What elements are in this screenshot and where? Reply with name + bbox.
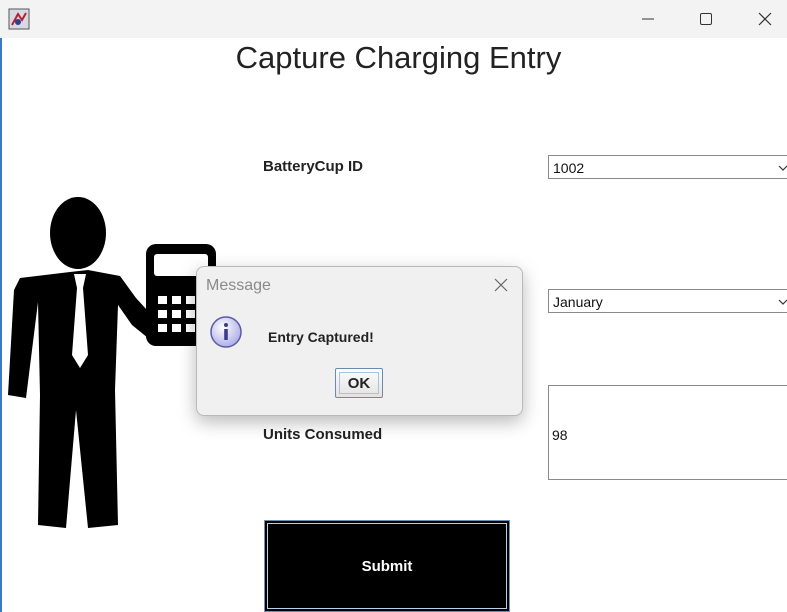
- units-consumed-field[interactable]: 98: [548, 385, 787, 480]
- units-consumed-value: 98: [552, 427, 568, 443]
- ok-label: OK: [347, 374, 371, 392]
- maximize-icon: [700, 13, 712, 25]
- batterycup-id-select[interactable]: 1002: [548, 155, 787, 179]
- batterycup-id-value: 1002: [553, 160, 585, 176]
- minimize-icon: [642, 18, 654, 20]
- month-select[interactable]: January: [548, 289, 787, 313]
- submit-button[interactable]: Submit: [264, 520, 510, 612]
- submit-label: Submit: [361, 557, 413, 575]
- dialog-title: Message: [206, 277, 271, 294]
- window-titlebar: [0, 0, 787, 38]
- chevron-down-icon: [778, 165, 787, 171]
- page-title: Capture Charging Entry: [235, 40, 562, 75]
- maximize-button[interactable]: [677, 0, 735, 38]
- minimize-button[interactable]: [619, 0, 677, 38]
- close-icon: [758, 12, 772, 26]
- message-dialog: Message Entry Captured! OK: [196, 266, 523, 416]
- java-app-icon[interactable]: [8, 8, 30, 30]
- ok-button[interactable]: OK: [335, 368, 383, 398]
- close-button[interactable]: [736, 0, 787, 38]
- month-value: January: [553, 294, 603, 310]
- units-consumed-label: Units Consumed: [263, 426, 383, 443]
- chevron-down-icon: [778, 299, 787, 305]
- info-icon: [210, 316, 242, 348]
- dialog-message: Entry Captured!: [268, 329, 374, 345]
- close-icon[interactable]: [493, 277, 509, 293]
- batterycup-id-label: BatteryCup ID: [263, 158, 364, 175]
